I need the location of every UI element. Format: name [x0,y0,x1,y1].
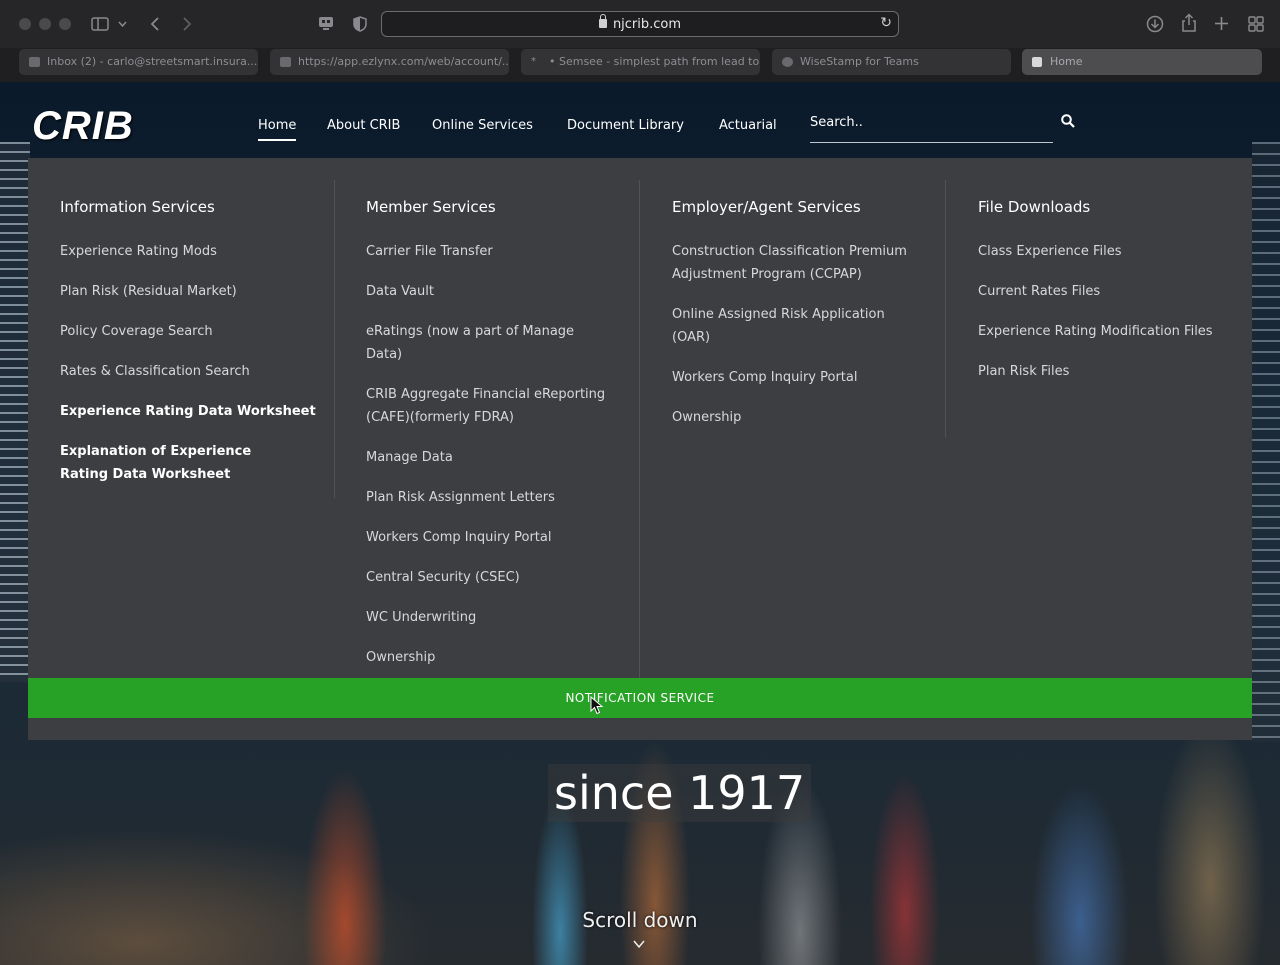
column-heading: File Downloads [978,198,1091,216]
mouse-cursor-icon [590,696,604,715]
search-placeholder: Search.. [810,115,863,130]
notification-service-button[interactable]: NOTIFICATION SERVICE [28,678,1252,718]
privacy-shield-icon[interactable] [353,16,367,32]
chevron-down-icon[interactable] [633,938,645,950]
tab-home[interactable]: Home [1022,49,1262,75]
tab-bar: Inbox (2) - carlo@streetsmart.insura... … [0,48,1280,82]
menu-link-plan-risk-files[interactable]: Plan Risk Files [978,360,1069,383]
menu-link-policy-coverage-search[interactable]: Policy Coverage Search [60,320,213,343]
minimize-window-button[interactable] [39,18,51,30]
background-building-right [1252,142,1280,742]
tab-gmail-inbox[interactable]: Inbox (2) - carlo@streetsmart.insura... [19,49,258,75]
menu-link-ccpap[interactable]: Construction Classification Premium Adju… [672,240,922,286]
menu-link-manage-data[interactable]: Manage Data [366,446,453,469]
column-heading: Member Services [366,198,496,216]
ezlynx-icon [280,57,291,67]
menu-link-plan-risk-assignment-letters[interactable]: Plan Risk Assignment Letters [366,486,555,509]
menu-link-central-security[interactable]: Central Security (CSEC) [366,566,520,589]
menu-link-data-vault[interactable]: Data Vault [366,280,434,303]
menu-link-workers-comp-inquiry-portal[interactable]: Workers Comp Inquiry Portal [366,526,551,549]
hero-tagline: since 1917 [548,764,812,822]
menu-link-ownership[interactable]: Ownership [366,646,435,669]
tab-label: Inbox (2) - carlo@streetsmart.insura... [47,55,258,68]
address-bar[interactable]: njcrib.com ↻ [381,11,899,37]
share-icon[interactable] [1181,13,1197,33]
nav-actuarial[interactable]: Actuarial [719,118,777,133]
sidebar-toggle-icon[interactable] [91,16,109,32]
online-services-mega-menu: Information Services Experience Rating M… [28,158,1252,680]
tab-wisestamp[interactable]: WiseStamp for Teams [772,49,1011,75]
browser-toolbar: njcrib.com ↻ [0,0,1280,48]
gmail-icon [29,57,40,67]
menu-link-workers-comp-inquiry-portal[interactable]: Workers Comp Inquiry Portal [672,366,857,389]
column-divider [639,180,640,680]
menu-link-explanation-experience-rating-worksheet[interactable]: Explanation of Experience Rating Data Wo… [60,440,300,486]
tab-ezlynx[interactable]: https://app.ezlynx.com/web/account/... [270,49,509,75]
menu-link-class-experience-files[interactable]: Class Experience Files [978,240,1122,263]
column-divider [334,180,335,498]
menu-link-eratings[interactable]: eRatings (now a part of Manage Data) [366,320,606,366]
semsee-icon: * [531,56,536,67]
nav-document-library[interactable]: Document Library [567,118,684,133]
column-heading: Information Services [60,198,215,216]
forward-icon[interactable] [182,16,192,32]
menu-link-carrier-file-transfer[interactable]: Carrier File Transfer [366,240,493,263]
search-icon[interactable] [1061,114,1075,128]
lock-icon [598,14,607,28]
tab-overview-icon[interactable] [1248,16,1264,32]
nav-home[interactable]: Home [258,118,297,141]
tab-label: https://app.ezlynx.com/web/account/... [298,55,509,68]
reload-icon[interactable]: ↻ [880,15,892,31]
menu-link-experience-rating-modification-files[interactable]: Experience Rating Modification Files [978,320,1213,343]
tab-semsee[interactable]: * • Semsee - simplest path from lead to.… [521,49,760,75]
menu-link-oar[interactable]: Online Assigned Risk Application (OAR) [672,303,902,349]
search-input[interactable]: Search.. [810,112,1053,143]
mega-menu-footer [28,718,1252,740]
column-divider [945,180,946,438]
tab-label: • Semsee - simplest path from lead to... [549,55,760,68]
chevron-down-icon[interactable] [118,20,127,28]
close-window-button[interactable] [19,18,31,30]
url-text: njcrib.com [612,17,682,32]
menu-link-experience-rating-mods[interactable]: Experience Rating Mods [60,240,217,263]
menu-link-ownership[interactable]: Ownership [672,406,741,429]
new-tab-icon[interactable] [1214,16,1229,31]
main-nav: Home About CRIB Online Services Document… [0,82,1280,158]
menu-link-wc-underwriting[interactable]: WC Underwriting [366,606,476,629]
close-tab-icon[interactable] [1032,57,1042,67]
background-building-left [0,142,30,682]
download-icon[interactable] [1146,15,1164,33]
menu-link-plan-risk[interactable]: Plan Risk (Residual Market) [60,280,237,303]
tab-label: WiseStamp for Teams [800,55,919,68]
menu-link-current-rates-files[interactable]: Current Rates Files [978,280,1100,303]
column-heading: Employer/Agent Services [672,198,861,216]
back-icon[interactable] [150,16,160,32]
reader-icon[interactable] [318,16,334,31]
scroll-down-link[interactable]: Scroll down [0,908,1280,932]
tab-label: Home [1050,55,1083,68]
menu-link-experience-rating-data-worksheet[interactable]: Experience Rating Data Worksheet [60,400,316,423]
menu-link-cafe[interactable]: CRIB Aggregate Financial eReporting (CAF… [366,383,616,429]
nav-about-crib[interactable]: About CRIB [327,118,400,133]
page-viewport: CRIB Home About CRIB Online Services Doc… [0,82,1280,965]
zoom-window-button[interactable] [59,18,71,30]
wisestamp-icon [782,57,793,67]
menu-link-rates-classification-search[interactable]: Rates & Classification Search [60,360,250,383]
nav-online-services[interactable]: Online Services [432,118,533,133]
